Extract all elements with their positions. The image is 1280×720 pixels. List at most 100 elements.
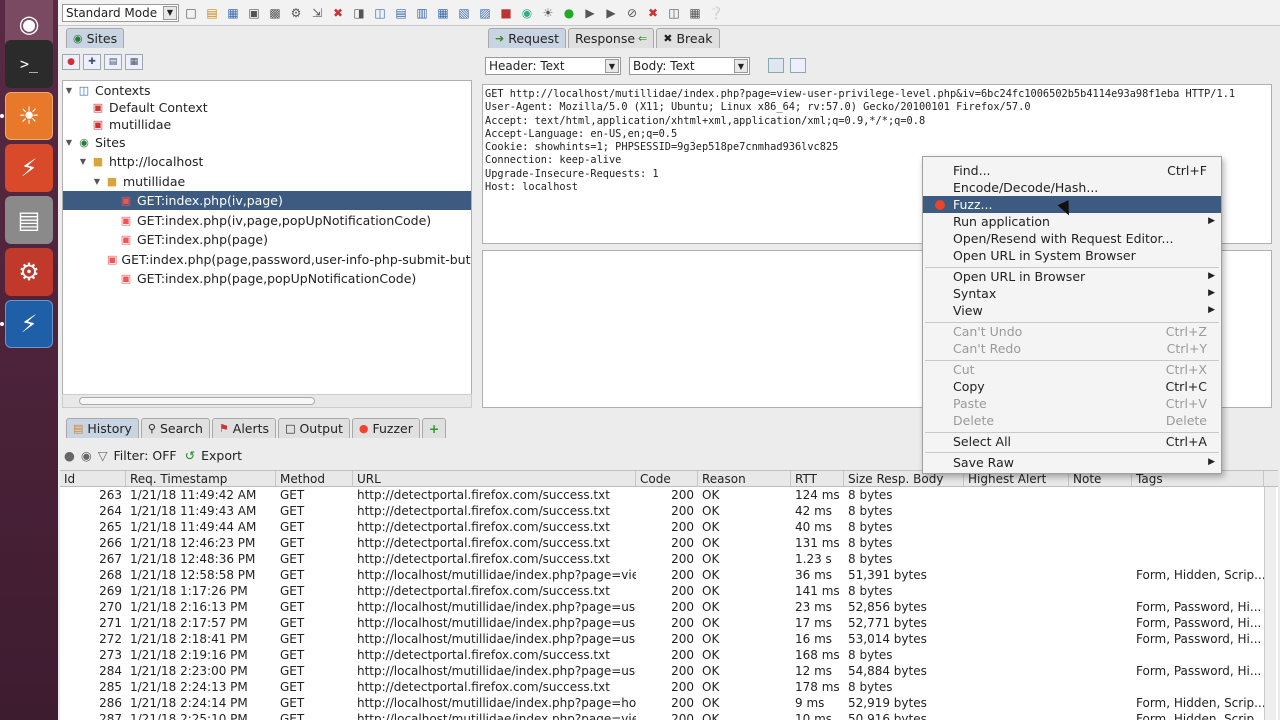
menu-item-run-application[interactable]: Run application ▶ <box>923 213 1221 230</box>
import-context-icon[interactable]: ▤ <box>104 54 122 70</box>
menu-item-syntax[interactable]: Syntax ▶ <box>923 285 1221 302</box>
help-icon[interactable]: ❔ <box>707 4 725 22</box>
firefox-icon[interactable]: ☀ <box>5 92 53 140</box>
menu-item-save-raw[interactable]: Save Raw ▶ <box>923 454 1221 471</box>
options-gear-icon[interactable]: ⚙ <box>287 4 305 22</box>
table-row[interactable]: 263 1/21/18 11:49:42 AM GET http://detectpo… <box>60 487 1264 503</box>
mode-select[interactable]: Standard Mode ▼ <box>62 3 179 22</box>
tree-node-sites[interactable]: ▼ ◉ Sites <box>63 133 126 152</box>
menu-item-copy[interactable]: Copy Ctrl+C <box>923 378 1221 395</box>
filter-icon[interactable]: ▽ <box>98 448 108 463</box>
header-view-select[interactable]: Header: Text ▼ <box>485 57 621 75</box>
new-context-icon[interactable]: ✚ <box>83 54 101 70</box>
expand-arrow-icon[interactable]: ▼ <box>63 138 75 147</box>
layout-1-icon[interactable]: ◫ <box>371 4 389 22</box>
layout-4-icon[interactable]: ▦ <box>434 4 452 22</box>
layout-5-icon[interactable]: ▧ <box>455 4 473 22</box>
tab-sites[interactable]: ◉ Sites <box>66 28 125 48</box>
table-row[interactable]: 271 1/21/18 2:17:57 PM GET http://localhost… <box>60 615 1264 631</box>
tree-horizontal-scrollbar[interactable] <box>62 394 472 408</box>
menu-item-open-system-browser[interactable]: Open URL in System Browser <box>923 247 1221 264</box>
tree-node-mutillidae-context[interactable]: ▣ mutillidae <box>77 115 171 134</box>
column-header-code[interactable]: Code <box>636 471 698 487</box>
zap-icon[interactable]: ⚡ <box>5 300 53 348</box>
column-header-timestamp[interactable]: Req. Timestamp <box>126 471 276 487</box>
tree-node-request[interactable]: ▣ GET:index.php(page) <box>105 230 268 249</box>
terminal-icon[interactable]: >_ <box>5 40 53 88</box>
menu-item-find[interactable]: Find... Ctrl+F <box>923 162 1221 179</box>
table-row[interactable]: 266 1/21/18 12:46:23 PM GET http://detectpo… <box>60 535 1264 551</box>
table-row[interactable]: 273 1/21/18 2:19:16 PM GET http://detectpor… <box>60 647 1264 663</box>
table-row[interactable]: 264 1/21/18 11:49:43 AM GET http://detectpo… <box>60 503 1264 519</box>
filter-status[interactable]: Filter: OFF <box>113 448 176 463</box>
stop-icon[interactable]: ✖ <box>644 4 662 22</box>
lightbulb-icon[interactable]: ☀ <box>539 4 557 22</box>
tree-node-request[interactable]: ▣ GET:index.php(page,password,user-info-p… <box>105 250 471 269</box>
table-row[interactable]: 267 1/21/18 12:48:36 PM GET http://detectpo… <box>60 551 1264 567</box>
tab-request[interactable]: ➜ Request <box>488 28 566 48</box>
column-header-url[interactable]: URL <box>353 471 636 487</box>
tab-output[interactable]: □ Output <box>278 418 350 438</box>
properties-icon[interactable]: ▩ <box>266 4 284 22</box>
export-context-icon[interactable]: ▦ <box>125 54 143 70</box>
body-view-select[interactable]: Body: Text ▼ <box>629 57 750 75</box>
table-row[interactable]: 286 1/21/18 2:24:14 PM GET http://localhost… <box>60 695 1264 711</box>
settings-icon[interactable]: ⚙ <box>5 248 53 296</box>
save-session-icon[interactable]: ▦ <box>224 4 242 22</box>
table-row[interactable]: 272 1/21/18 2:18:41 PM GET http://localhost… <box>60 631 1264 647</box>
tree-node-request[interactable]: ▣ GET:index.php(iv,page,popUpNotification… <box>105 211 431 230</box>
record-icon[interactable]: ● <box>62 54 80 70</box>
table-row[interactable]: 270 1/21/18 2:16:13 PM GET http://localhost… <box>60 599 1264 615</box>
menu-item-open-browser[interactable]: Open URL in Browser ▶ <box>923 268 1221 285</box>
table-row[interactable]: 284 1/21/18 2:23:00 PM GET http://localhost… <box>60 663 1264 679</box>
tree-node-request[interactable]: ▣ GET:index.php(page,popUpNotificationCod… <box>105 269 417 288</box>
table-vertical-scrollbar[interactable] <box>1264 487 1276 720</box>
files-icon[interactable]: ▤ <box>5 196 53 244</box>
scan-policy-icon[interactable]: ◉ <box>518 4 536 22</box>
app-launcher-icon[interactable]: ⚡ <box>5 144 53 192</box>
tab-break[interactable]: ✖ Break <box>656 28 720 48</box>
tree-node-request[interactable]: ▣ GET:index.php(iv,page) <box>63 191 471 210</box>
snapshot-icon[interactable]: ▣ <box>245 4 263 22</box>
table-row[interactable]: 269 1/21/18 1:17:26 PM GET http://detectpor… <box>60 583 1264 599</box>
layout-6-icon[interactable]: ▨ <box>476 4 494 22</box>
drop-icon[interactable]: ⊘ <box>623 4 641 22</box>
column-header-rtt[interactable]: RTT <box>791 471 844 487</box>
layout-3-icon[interactable]: ▥ <box>413 4 431 22</box>
layout-2-icon[interactable]: ▤ <box>392 4 410 22</box>
tab-alerts[interactable]: ⚑ Alerts <box>211 418 277 438</box>
link-icon[interactable]: ◉ <box>81 448 92 463</box>
table-row[interactable]: 265 1/21/18 11:49:44 AM GET http://detectpo… <box>60 519 1264 535</box>
break-all-icon[interactable]: ● <box>560 4 578 22</box>
open-session-icon[interactable]: ▤ <box>203 4 221 22</box>
scope-icon[interactable]: ■ <box>497 4 515 22</box>
menu-item-view[interactable]: View ▶ <box>923 302 1221 319</box>
tab-search[interactable]: ⚲ Search <box>140 418 210 438</box>
table-row[interactable]: 268 1/21/18 12:58:58 PM GET http://localhos… <box>60 567 1264 583</box>
table-row[interactable]: 285 1/21/18 2:24:13 PM GET http://detectpor… <box>60 679 1264 695</box>
expand-arrow-icon[interactable]: ▼ <box>63 86 75 95</box>
tree-node-host[interactable]: ▼ ■ http://localhost <box>77 152 203 171</box>
manage-addons-icon[interactable]: ▦ <box>686 4 704 22</box>
column-header-method[interactable]: Method <box>276 471 353 487</box>
export-button[interactable]: Export <box>201 448 242 463</box>
split-horizontal-icon[interactable] <box>768 58 784 73</box>
record-icon[interactable]: ● <box>64 448 75 463</box>
menu-item-select-all[interactable]: Select All Ctrl+A <box>923 433 1221 450</box>
continue-icon[interactable]: ▶ <box>602 4 620 22</box>
delete-icon[interactable]: ✖ <box>329 4 347 22</box>
tree-node-mutillidae-folder[interactable]: ▼ ■ mutillidae <box>91 172 185 191</box>
column-header-id[interactable]: Id <box>60 471 126 487</box>
clear-icon[interactable]: ◨ <box>350 4 368 22</box>
expand-arrow-icon[interactable]: ▼ <box>77 157 89 166</box>
split-vertical-icon[interactable] <box>790 58 806 73</box>
expand-arrow-icon[interactable]: ▼ <box>91 177 103 186</box>
table-row[interactable]: 287 1/21/18 2:25:10 PM GET http://localhost… <box>60 711 1264 720</box>
scrollbar-thumb[interactable] <box>79 397 315 405</box>
menu-item-encode[interactable]: Encode/Decode/Hash... <box>923 179 1221 196</box>
column-header-reason[interactable]: Reason <box>698 471 791 487</box>
tab-fuzzer[interactable]: ● Fuzzer <box>351 418 420 438</box>
add-tab-button[interactable]: + <box>421 418 447 438</box>
tab-history[interactable]: ▤ History <box>66 418 139 438</box>
step-icon[interactable]: ▶ <box>581 4 599 22</box>
